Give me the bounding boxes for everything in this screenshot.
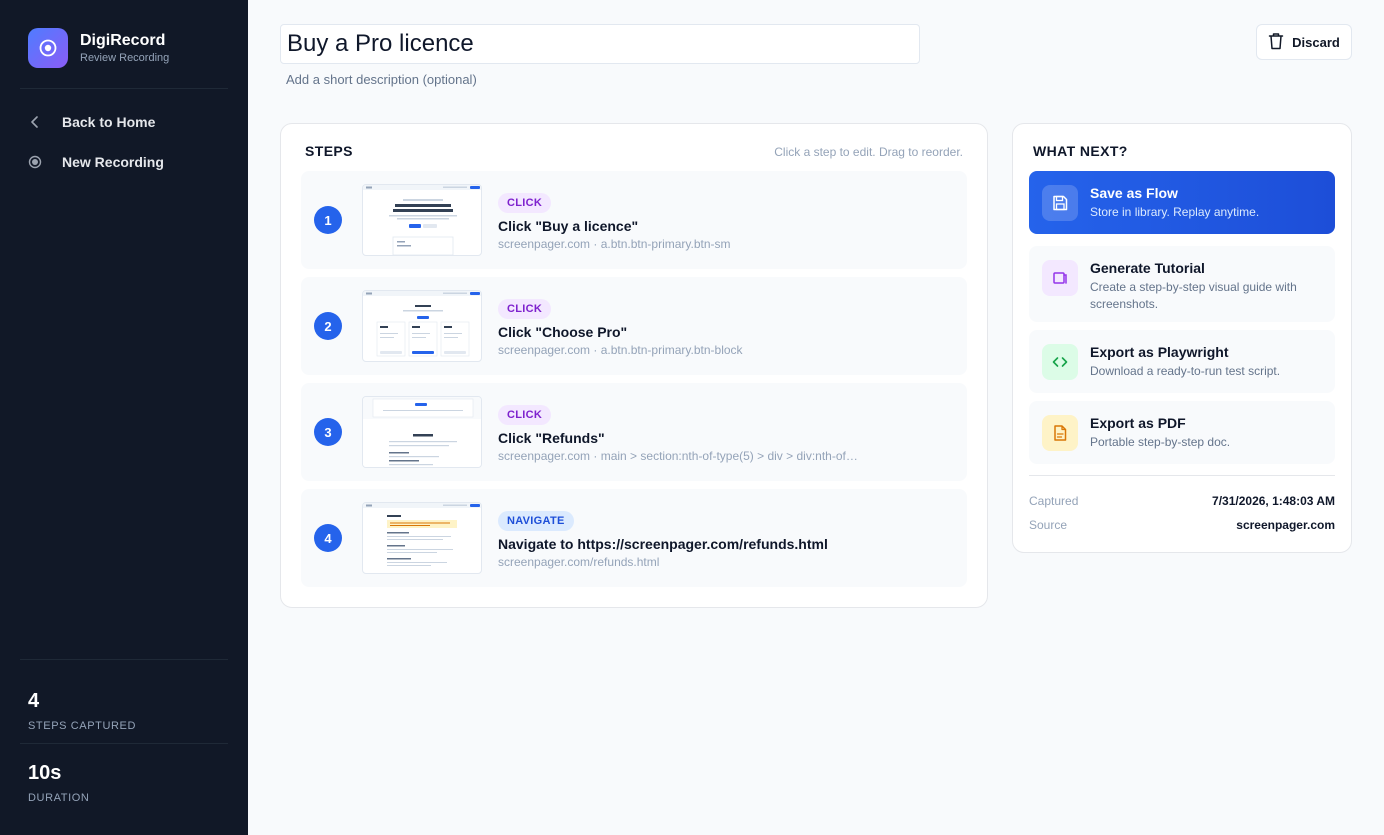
source-value: screenpager.com [1236, 518, 1335, 532]
trash-icon [1268, 32, 1284, 53]
sidebar: DigiRecord Review Recording Back to Home… [0, 0, 248, 835]
step-title: Click "Refunds" [498, 430, 605, 446]
steps-panel: STEPS Click a step to edit. Drag to reor… [280, 123, 988, 608]
new-recording-link[interactable]: New Recording [28, 154, 164, 170]
steps-hint: Click a step to edit. Drag to reorder. [774, 145, 963, 159]
export-playwright-button[interactable]: Export as Playwright Download a ready-to… [1029, 330, 1335, 393]
action-title: Generate Tutorial [1090, 260, 1205, 276]
step-selector: screenpager.com · a.btn.btn-primary.btn-… [498, 237, 731, 251]
step-type-badge: CLICK [498, 405, 552, 425]
discard-label: Discard [1292, 34, 1340, 50]
sidebar-divider [20, 88, 228, 89]
save-icon [1042, 185, 1078, 221]
duration-stat: 10s DURATION [28, 760, 89, 804]
action-title: Export as PDF [1090, 415, 1186, 431]
sidebar-divider [20, 743, 228, 744]
chevron-left-icon [28, 115, 54, 129]
generate-tutorial-button[interactable]: Generate Tutorial Create a step-by-step … [1029, 246, 1335, 322]
step-number: 1 [314, 206, 342, 234]
what-next-title: WHAT NEXT? [1033, 143, 1128, 159]
export-pdf-button[interactable]: Export as PDF Portable step-by-step doc. [1029, 401, 1335, 464]
step-number: 2 [314, 312, 342, 340]
step-card-3[interactable]: 3 CLICK Click "Refunds" screenpager.com … [301, 383, 967, 481]
brand: DigiRecord Review Recording [28, 28, 169, 68]
step-card-2[interactable]: 2 CLICK Click "Choose Pro" screenpager.c… [301, 277, 967, 375]
step-type-badge: NAVIGATE [498, 511, 574, 531]
what-next-panel: WHAT NEXT? Save as Flow Store in library… [1012, 123, 1352, 553]
action-title: Export as Playwright [1090, 344, 1229, 360]
new-recording-label: New Recording [62, 154, 164, 170]
source-label: Source [1029, 518, 1068, 532]
action-description: Create a step-by-step visual guide with … [1090, 280, 1297, 311]
action-description: Store in library. Replay anytime. [1090, 205, 1260, 219]
captured-value: 7/31/2026, 1:48:03 AM [1212, 494, 1335, 508]
duration-label: DURATION [28, 792, 90, 804]
save-as-flow-button[interactable]: Save as Flow Store in library. Replay an… [1029, 171, 1335, 234]
back-to-home-link[interactable]: Back to Home [28, 114, 155, 130]
captured-label: Captured [1029, 494, 1079, 508]
discard-button[interactable]: Discard [1256, 24, 1352, 60]
app-subtitle: Review Recording [80, 52, 170, 64]
action-description: Portable step-by-step doc. [1090, 435, 1231, 449]
step-card-1[interactable]: 1 CLICK Click "Buy a licence" screenpage… [301, 171, 967, 269]
action-title: Save as Flow [1090, 185, 1178, 201]
step-screenshot-thumbnail [362, 290, 482, 362]
app-name: DigiRecord [80, 32, 166, 49]
steps-captured-label: STEPS CAPTURED [28, 720, 137, 732]
action-description: Download a ready-to-run test script. [1090, 364, 1281, 378]
code-icon [1042, 344, 1078, 380]
duration-value: 10s [28, 762, 62, 784]
step-screenshot-thumbnail [362, 396, 482, 468]
step-selector: screenpager.com · main > section:nth-of-… [498, 449, 858, 463]
steps-captured-value: 4 [28, 690, 40, 712]
step-card-4[interactable]: 4 NAVIGATE Navigate to https://screenpag… [301, 489, 967, 587]
tutorial-icon [1042, 260, 1078, 296]
step-type-badge: CLICK [498, 299, 552, 319]
sidebar-divider [20, 659, 228, 660]
pdf-file-icon [1042, 415, 1078, 451]
step-selector: screenpager.com · a.btn.btn-primary.btn-… [498, 343, 743, 357]
steps-title: STEPS [305, 143, 353, 159]
step-number: 4 [314, 524, 342, 552]
back-to-home-label: Back to Home [62, 114, 156, 130]
step-screenshot-thumbnail [362, 502, 482, 574]
step-title: Navigate to https://screenpager.com/refu… [498, 536, 828, 552]
step-title: Click "Buy a licence" [498, 218, 639, 234]
description-input[interactable] [280, 70, 780, 88]
recording-title-input[interactable] [280, 24, 920, 64]
steps-captured-stat: 4 STEPS CAPTURED [28, 688, 136, 732]
step-type-badge: CLICK [498, 193, 552, 213]
app-logo-icon [28, 28, 68, 68]
panel-divider [1029, 475, 1335, 476]
step-title: Click "Choose Pro" [498, 324, 628, 340]
record-icon [28, 155, 54, 169]
step-screenshot-thumbnail [362, 184, 482, 256]
step-number: 3 [314, 418, 342, 446]
step-url: screenpager.com/refunds.html [498, 555, 660, 569]
